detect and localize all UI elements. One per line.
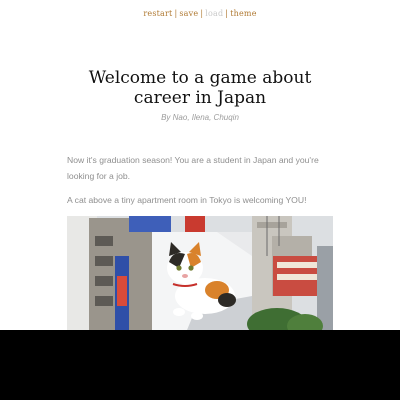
restart-link[interactable]: restart bbox=[143, 9, 172, 18]
cat-billboard-image bbox=[67, 216, 333, 330]
load-link: load bbox=[205, 9, 224, 18]
cat-billboard-illustration bbox=[67, 216, 333, 330]
theme-link[interactable]: theme bbox=[230, 9, 256, 18]
save-link[interactable]: save bbox=[179, 9, 198, 18]
top-menu: restart | save | load | theme bbox=[0, 9, 400, 18]
story-title: Welcome to a game about career in Japan bbox=[88, 68, 312, 108]
story-paragraph: A cat above a tiny apartment room in Tok… bbox=[67, 195, 307, 205]
bottom-overlay bbox=[0, 330, 400, 400]
story-byline: By Nao, Ilena, Chuqin bbox=[161, 113, 239, 122]
story-paragraph: Now it's graduation season! You are a st… bbox=[67, 155, 319, 181]
